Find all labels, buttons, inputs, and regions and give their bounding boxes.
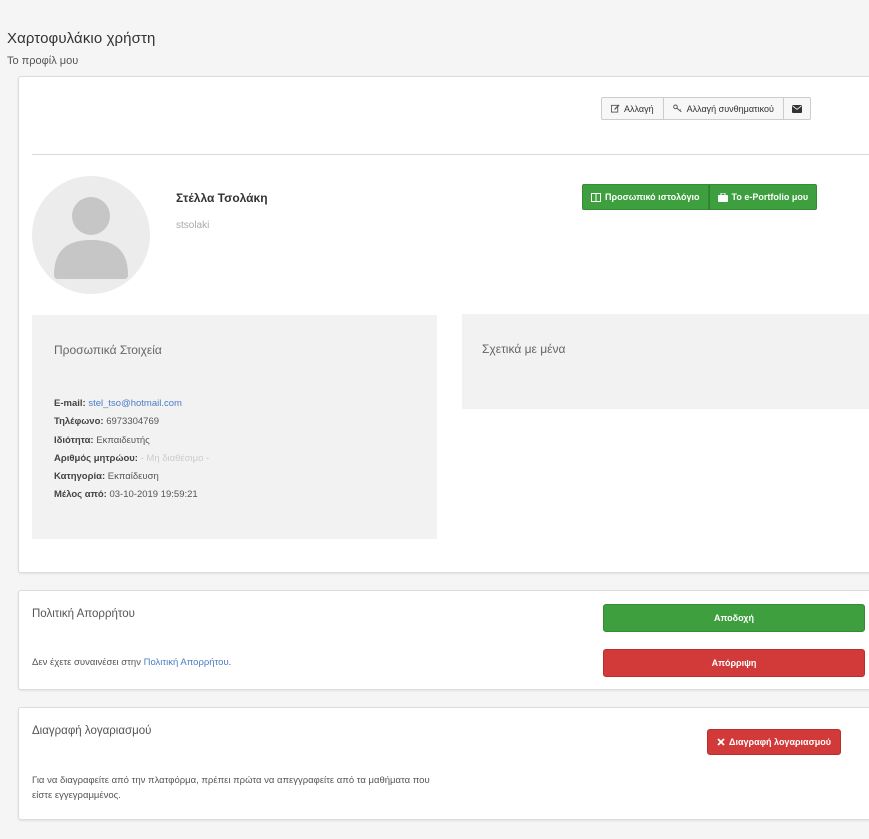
accept-label: Αποδοχή: [714, 613, 754, 623]
envelope-icon: [791, 104, 802, 113]
info-value: Εκπαιδευτής: [96, 434, 150, 446]
profile-links: Προσωπικό ιστολόγιο Το e-Portfolio μου: [582, 184, 818, 210]
eportfolio-label: Το e-Portfolio μου: [731, 192, 809, 202]
delete-account-description: Για να διαγραφείτε από την πλατφόρμα, πρ…: [32, 773, 430, 803]
profile-panel: Αλλαγή Αλλαγή συνθηματικού Στέλλα Τσολάκ…: [18, 76, 869, 573]
briefcase-icon: [717, 192, 728, 202]
description-line: είστε εγγεγραμμένος.: [32, 790, 121, 801]
reject-privacy-button[interactable]: Απόρριψη: [603, 649, 865, 677]
edit-profile-label: Αλλαγή: [624, 103, 654, 114]
info-row-email: E-mail: stel_tso@hotmail.com: [54, 395, 209, 413]
privacy-text-prefix: Δεν έχετε συναινέσει στην: [32, 657, 141, 668]
info-row-phone: Τηλέφωνο: 6973304769: [54, 413, 209, 431]
privacy-consent-text: Δεν έχετε συναινέσει στην Πολιτική Απορρ…: [32, 655, 231, 670]
close-icon: [717, 738, 725, 746]
description-line: Για να διαγραφείτε από την πλατφόρμα, πρ…: [32, 775, 430, 786]
user-placeholder-icon: [54, 197, 128, 279]
info-row-category: Κατηγορία: Εκπαίδευση: [54, 468, 209, 486]
info-label: Κατηγορία:: [54, 471, 106, 483]
info-row-registry-number: Αριθμός μητρώου: - Μη διαθέσιμο -: [54, 450, 209, 468]
info-value: - Μη διαθέσιμο -: [140, 452, 210, 464]
info-value: 03-10-2019 19:59:21: [109, 489, 198, 501]
avatar: [32, 176, 150, 294]
user-fullname: Στέλλα Τσολάκη: [176, 191, 268, 205]
delete-account-panel: Διαγραφή λογαριασμού Διαγραφή λογαριασμο…: [18, 707, 869, 820]
accept-privacy-button[interactable]: Αποδοχή: [603, 604, 865, 632]
key-icon: [672, 104, 683, 113]
about-me-title: Σχετικά με μένα: [482, 342, 566, 356]
change-password-label: Αλλαγή συνθηματικού: [686, 103, 774, 114]
personal-info-title: Προσωπικά Στοιχεία: [54, 343, 162, 357]
columns-icon: [591, 192, 601, 202]
info-label: E-mail:: [54, 398, 86, 409]
delete-account-title: Διαγραφή λογαριασμού: [32, 725, 152, 737]
info-value: 6973304769: [106, 416, 160, 428]
divider: [32, 154, 869, 155]
info-label: Αριθμός μητρώου:: [54, 452, 138, 464]
personal-info-list: E-mail: stel_tso@hotmail.com Τηλέφωνο: 6…: [54, 395, 209, 505]
privacy-policy-link[interactable]: Πολιτική Απορρήτου: [144, 657, 229, 668]
user-username: stsolaki: [176, 220, 210, 231]
privacy-title: Πολιτική Απορρήτου: [32, 608, 135, 620]
about-me-box: Σχετικά με μένα: [462, 314, 869, 409]
info-value: Εκπαίδευση: [107, 471, 159, 483]
privacy-panel: Πολιτική Απορρήτου Αποδοχή Απόρριψη Δεν …: [18, 590, 869, 690]
page-title: Χαρτοφυλάκιο χρήστη: [7, 30, 156, 47]
info-label: Μέλος από:: [54, 489, 107, 501]
info-row-status: Ιδιότητα: Εκπαιδευτής: [54, 432, 209, 450]
reject-label: Απόρριψη: [711, 658, 757, 668]
edit-icon: [611, 104, 620, 113]
personal-blog-label: Προσωπικό ιστολόγιο: [605, 192, 700, 202]
info-row-member-since: Μέλος από: 03-10-2019 19:59:21: [54, 486, 209, 504]
delete-account-button[interactable]: Διαγραφή λογαριασμού: [707, 729, 841, 755]
delete-account-label: Διαγραφή λογαριασμού: [729, 737, 831, 747]
eportfolio-button[interactable]: Το e-Portfolio μου: [708, 184, 818, 210]
profile-toolbar: Αλλαγή Αλλαγή συνθηματικού: [601, 97, 811, 120]
privacy-text-suffix: .: [228, 657, 232, 668]
personal-info-box: Προσωπικά Στοιχεία E-mail: stel_tso@hotm…: [32, 315, 437, 539]
change-password-button[interactable]: Αλλαγή συνθηματικού: [663, 97, 784, 120]
personal-blog-button[interactable]: Προσωπικό ιστολόγιο: [582, 184, 709, 210]
info-label: Ιδιότητα:: [54, 434, 94, 446]
breadcrumb: Το προφίλ μου: [7, 55, 79, 67]
send-message-button[interactable]: [783, 97, 811, 120]
email-link[interactable]: stel_tso@hotmail.com: [88, 398, 182, 409]
edit-profile-button[interactable]: Αλλαγή: [601, 97, 664, 120]
info-label: Τηλέφωνο:: [54, 416, 104, 428]
